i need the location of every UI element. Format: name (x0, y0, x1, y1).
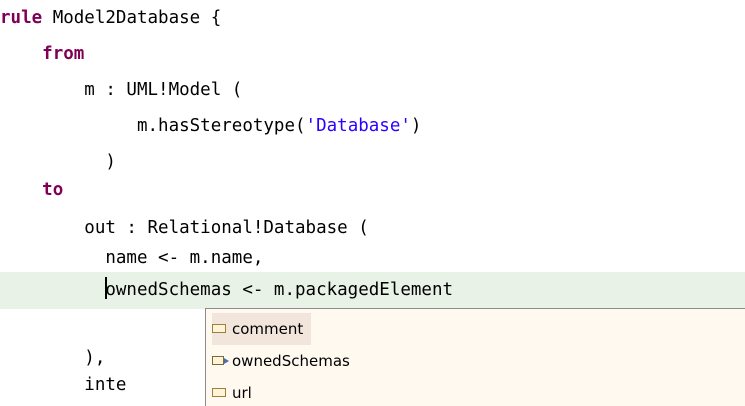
code-line-6: to (0, 172, 745, 209)
code-line-1: rule Model2Database { (0, 0, 745, 37)
code-text: Model2Database { (42, 8, 222, 28)
autocomplete-item-label: comment (232, 320, 304, 338)
autocomplete-item-label: url (232, 384, 252, 402)
autocomplete-item-comment[interactable]: comment (212, 313, 312, 345)
code-line-4: m.hasStereotype('Database') (0, 108, 745, 145)
keyword-rule: rule (0, 8, 43, 28)
code-editor[interactable]: rule Model2Database { from m : UML!Model… (0, 0, 745, 406)
code-text: inte (0, 375, 127, 395)
code-text: ) (410, 116, 422, 136)
code-text: name <- m.name, (0, 248, 264, 268)
autocomplete-item-ownedschemas[interactable]: ownedSchemas (212, 345, 358, 377)
code-line-2: from (0, 36, 745, 73)
code-text: ownedSchemas <- m.packagedElement (105, 280, 454, 300)
code-line-9-current[interactable]: ownedSchemas <- m.packagedElement (0, 272, 745, 309)
keyword-to: to (42, 180, 64, 200)
code-text: ), (0, 348, 106, 368)
keyword-from: from (42, 44, 85, 64)
autocomplete-item-url[interactable]: url (212, 377, 260, 406)
code-text: out : Relational!Database ( (0, 218, 369, 238)
code-text: m.hasStereotype( (0, 116, 306, 136)
autocomplete-popup[interactable]: comment ownedSchemas url (205, 308, 745, 406)
string-literal: 'Database' (305, 116, 411, 136)
reference-icon (212, 356, 229, 365)
property-icon (212, 324, 226, 333)
property-icon (212, 388, 226, 397)
code-text: m : UML!Model ( (0, 80, 243, 100)
code-line-3: m : UML!Model ( (0, 72, 745, 109)
autocomplete-item-label: ownedSchemas (232, 352, 350, 370)
code-text: ) (0, 152, 116, 172)
